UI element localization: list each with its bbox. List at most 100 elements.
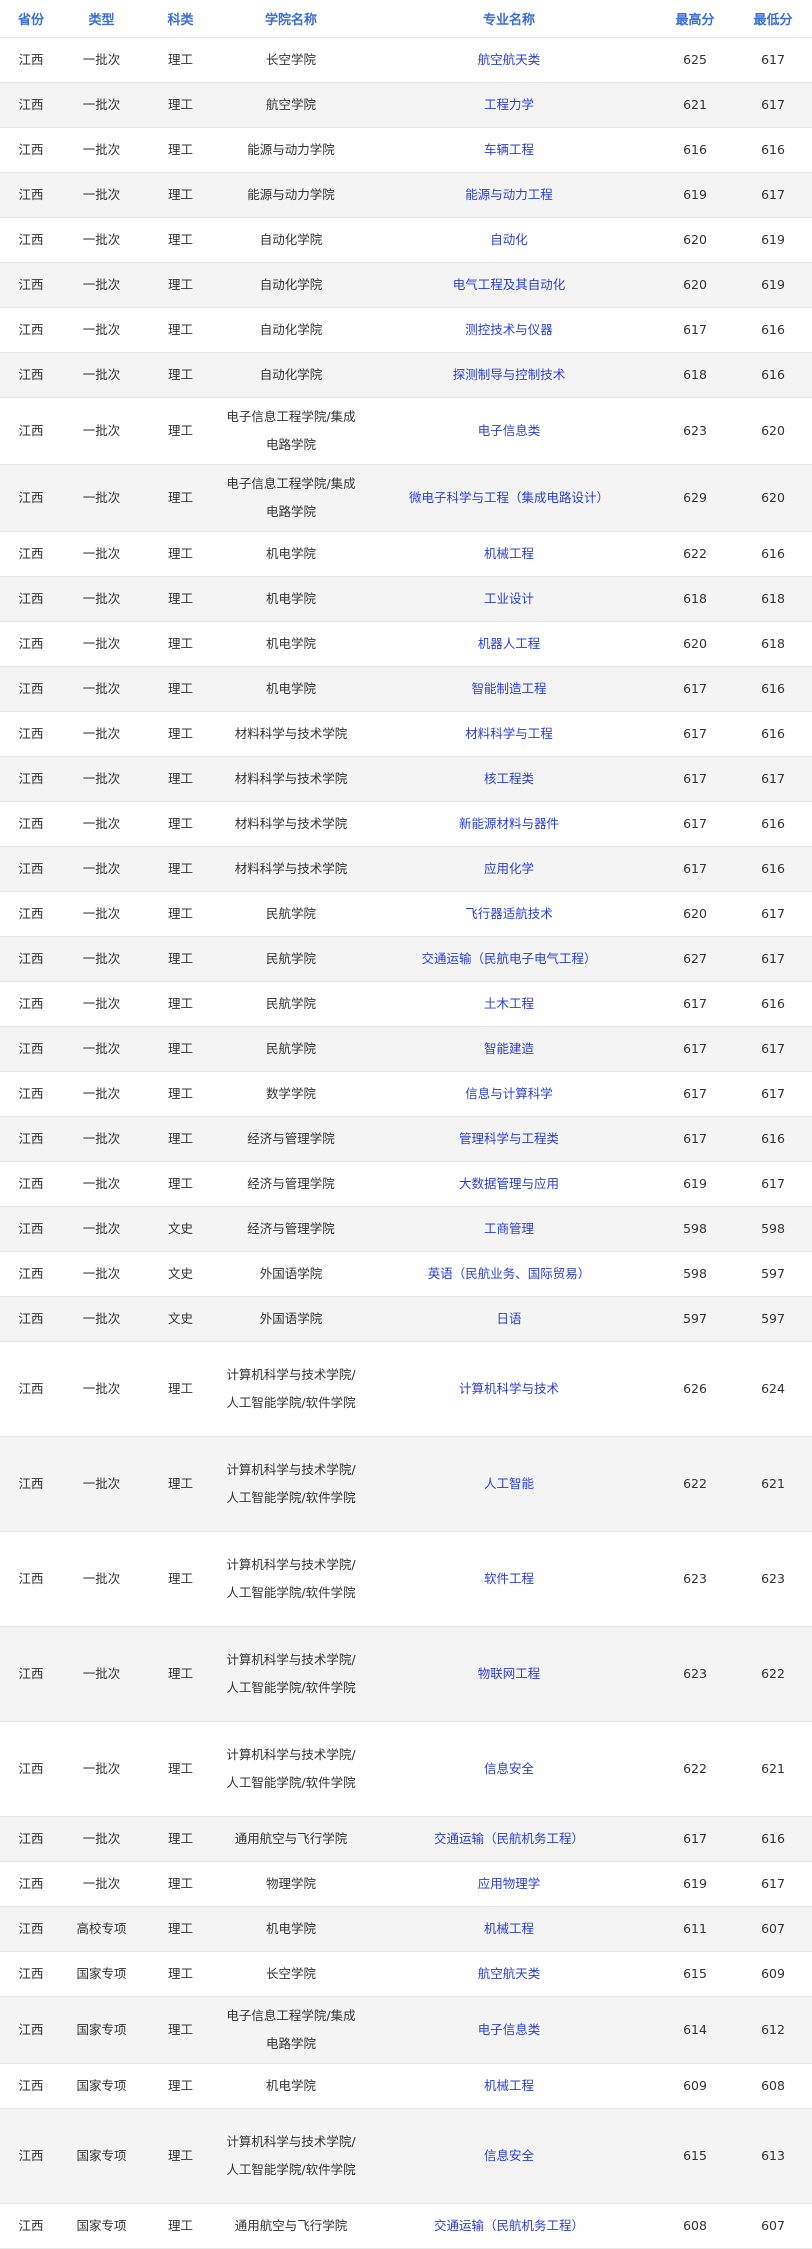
table-row: 江西 一批次 理工 自动化学院 探测制导与控制技术 618 616 xyxy=(0,352,812,398)
major-link[interactable]: 日语 xyxy=(496,1311,521,1326)
cell-province: 江西 xyxy=(0,1626,62,1722)
cell-min-score: 613 xyxy=(734,2108,812,2204)
cell-college: 长空学院 xyxy=(220,37,362,83)
table-row: 江西 一批次 文史 经济与管理学院 工商管理 598 598 xyxy=(0,1206,812,1252)
header-max-score: 最高分 xyxy=(656,0,734,38)
cell-max-score: 619 xyxy=(656,172,734,218)
table-row: 江西 一批次 理工 电子信息工程学院/集成电路学院 微电子科学与工程（集成电路设计） 62… xyxy=(0,464,812,532)
cell-type: 国家专项 xyxy=(62,2203,141,2249)
major-link[interactable]: 机械工程 xyxy=(484,1921,534,1936)
cell-province: 江西 xyxy=(0,2108,62,2204)
major-link[interactable]: 材料科学与工程 xyxy=(465,726,553,741)
major-link[interactable]: 航空航天类 xyxy=(478,1966,541,1981)
table-row: 江西 一批次 理工 航空学院 工程力学 621 617 xyxy=(0,82,812,128)
major-link[interactable]: 微电子科学与工程（集成电路设计） xyxy=(409,490,609,505)
major-link[interactable]: 智能制造工程 xyxy=(471,681,546,696)
major-link[interactable]: 管理科学与工程类 xyxy=(459,1131,559,1146)
cell-college: 物理学院 xyxy=(220,1861,362,1907)
cell-major: 工程力学 xyxy=(362,82,656,128)
table-row: 江西 一批次 理工 经济与管理学院 管理科学与工程类 617 616 xyxy=(0,1116,812,1162)
major-link[interactable]: 车辆工程 xyxy=(484,142,534,157)
cell-college: 民航学院 xyxy=(220,891,362,937)
cell-province: 江西 xyxy=(0,1436,62,1532)
cell-province: 江西 xyxy=(0,1116,62,1162)
cell-max-score: 623 xyxy=(656,1531,734,1627)
cell-college: 民航学院 xyxy=(220,1026,362,1072)
cell-max-score: 617 xyxy=(656,1816,734,1862)
cell-min-score: 617 xyxy=(734,891,812,937)
cell-category: 理工 xyxy=(141,352,220,398)
major-link[interactable]: 自动化 xyxy=(490,232,528,247)
cell-college: 经济与管理学院 xyxy=(220,1206,362,1252)
cell-min-score: 598 xyxy=(734,1206,812,1252)
major-link[interactable]: 计算机科学与技术 xyxy=(459,1381,559,1396)
major-link[interactable]: 交通运输（民航机务工程） xyxy=(434,2218,584,2233)
major-link[interactable]: 电子信息类 xyxy=(478,423,541,438)
cell-province: 江西 xyxy=(0,981,62,1027)
cell-major: 车辆工程 xyxy=(362,127,656,173)
cell-province: 江西 xyxy=(0,1296,62,1342)
cell-college: 电子信息工程学院/集成电路学院 xyxy=(220,397,362,465)
cell-max-score: 597 xyxy=(656,1296,734,1342)
table-row: 江西 一批次 理工 能源与动力学院 车辆工程 616 616 xyxy=(0,127,812,173)
cell-min-score: 616 xyxy=(734,846,812,892)
cell-type: 一批次 xyxy=(62,1341,141,1437)
cell-major: 电气工程及其自动化 xyxy=(362,262,656,308)
major-link[interactable]: 机器人工程 xyxy=(478,636,541,651)
major-link[interactable]: 航空航天类 xyxy=(478,52,541,67)
major-link[interactable]: 应用物理学 xyxy=(478,1876,541,1891)
major-link[interactable]: 交通运输（民航电子电气工程） xyxy=(421,951,596,966)
cell-max-score: 620 xyxy=(656,217,734,263)
table-row: 江西 一批次 理工 材料科学与技术学院 核工程类 617 617 xyxy=(0,756,812,802)
major-link[interactable]: 应用化学 xyxy=(484,861,534,876)
major-link[interactable]: 能源与动力工程 xyxy=(465,187,553,202)
major-link[interactable]: 物联网工程 xyxy=(478,1666,541,1681)
major-link[interactable]: 智能建造 xyxy=(484,1041,534,1056)
major-link[interactable]: 工商管理 xyxy=(484,1221,534,1236)
header-row: 省份 类型 科类 学院名称 专业名称 最高分 最低分 xyxy=(0,0,812,38)
major-link[interactable]: 测控技术与仪器 xyxy=(465,322,553,337)
major-link[interactable]: 飞行器适航技术 xyxy=(465,906,553,921)
cell-province: 江西 xyxy=(0,531,62,577)
major-link[interactable]: 探测制导与控制技术 xyxy=(453,367,566,382)
major-link[interactable]: 机械工程 xyxy=(484,2078,534,2093)
cell-province: 江西 xyxy=(0,2203,62,2249)
major-link[interactable]: 软件工程 xyxy=(484,1571,534,1586)
major-link[interactable]: 信息安全 xyxy=(484,2148,534,2163)
cell-province: 江西 xyxy=(0,127,62,173)
table-row: 江西 一批次 理工 长空学院 航空航天类 625 617 xyxy=(0,37,812,83)
major-link[interactable]: 英语（民航业务、国际贸易） xyxy=(428,1266,591,1281)
major-link[interactable]: 大数据管理与应用 xyxy=(459,1176,559,1191)
major-link[interactable]: 机械工程 xyxy=(484,546,534,561)
cell-min-score: 620 xyxy=(734,397,812,465)
cell-major: 软件工程 xyxy=(362,1531,656,1627)
cell-max-score: 615 xyxy=(656,1951,734,1997)
cell-type: 高校专项 xyxy=(62,1906,141,1952)
major-link[interactable]: 电子信息类 xyxy=(478,2022,541,2037)
major-link[interactable]: 信息安全 xyxy=(484,1761,534,1776)
cell-college: 机电学院 xyxy=(220,2063,362,2109)
major-link[interactable]: 新能源材料与器件 xyxy=(459,816,559,831)
cell-type: 一批次 xyxy=(62,846,141,892)
major-link[interactable]: 核工程类 xyxy=(484,771,534,786)
major-link[interactable]: 土木工程 xyxy=(484,996,534,1011)
major-link[interactable]: 信息与计算科学 xyxy=(465,1086,553,1101)
cell-type: 一批次 xyxy=(62,711,141,757)
table-row: 江西 一批次 理工 计算机科学与技术学院/人工智能学院/软件学院 计算机科学与技术 626… xyxy=(0,1341,812,1437)
table-row: 江西 一批次 理工 计算机科学与技术学院/人工智能学院/软件学院 物联网工程 623 622 xyxy=(0,1626,812,1722)
cell-max-score: 614 xyxy=(656,1996,734,2064)
cell-type: 一批次 xyxy=(62,1816,141,1862)
major-link[interactable]: 人工智能 xyxy=(484,1476,534,1491)
cell-college: 自动化学院 xyxy=(220,307,362,353)
major-link[interactable]: 工业设计 xyxy=(484,591,534,606)
cell-type: 一批次 xyxy=(62,1531,141,1627)
major-link[interactable]: 交通运输（民航机务工程） xyxy=(434,1831,584,1846)
cell-type: 国家专项 xyxy=(62,2063,141,2109)
cell-major: 新能源材料与器件 xyxy=(362,801,656,847)
cell-college: 材料科学与技术学院 xyxy=(220,846,362,892)
major-link[interactable]: 工程力学 xyxy=(484,97,534,112)
cell-college: 计算机科学与技术学院/人工智能学院/软件学院 xyxy=(220,1626,362,1722)
cell-major: 微电子科学与工程（集成电路设计） xyxy=(362,464,656,532)
table-row: 江西 国家专项 理工 计算机科学与技术学院/人工智能学院/软件学院 信息安全 615 613 xyxy=(0,2108,812,2204)
major-link[interactable]: 电气工程及其自动化 xyxy=(453,277,566,292)
